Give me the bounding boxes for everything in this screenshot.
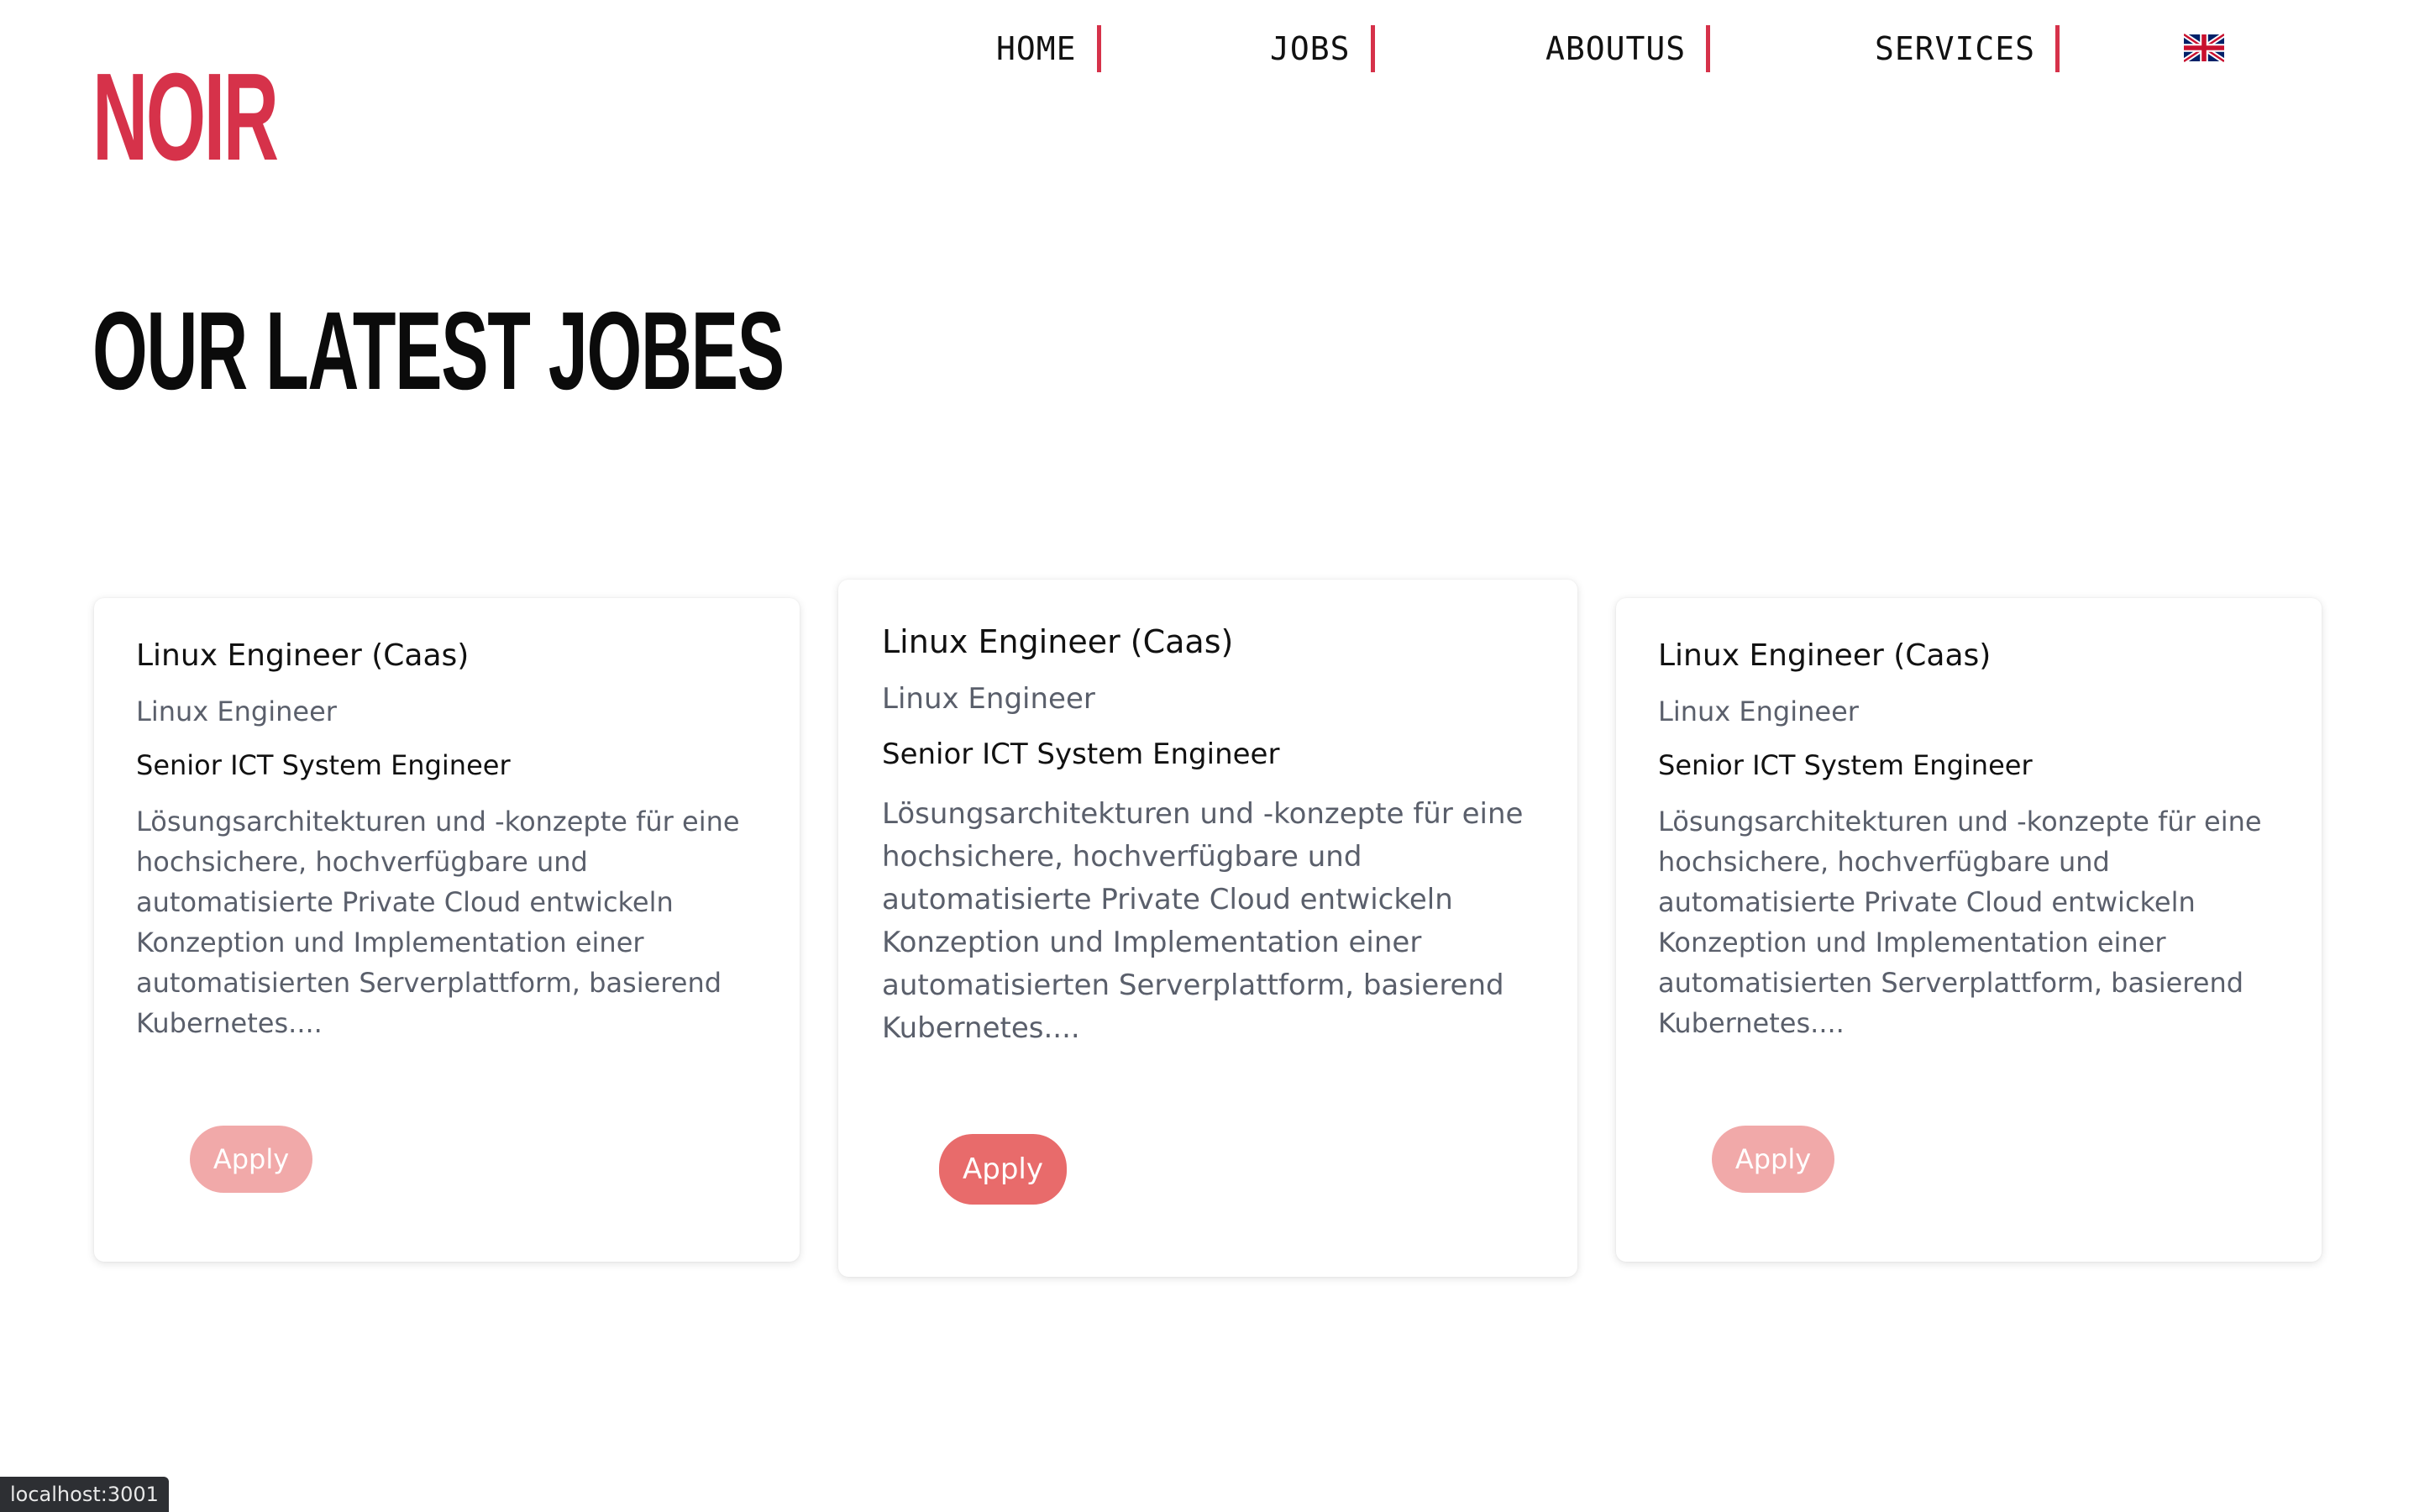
uk-flag-icon[interactable] xyxy=(2182,32,2226,64)
apply-button[interactable]: Apply xyxy=(190,1126,312,1193)
job-card: Linux Engineer (Caas) Linux Engineer Sen… xyxy=(1616,598,2322,1262)
nav-item-home[interactable]: HOME xyxy=(996,25,1101,72)
nav-item-label: HOME xyxy=(996,30,1077,67)
apply-button[interactable]: Apply xyxy=(939,1134,1067,1205)
top-nav: HOME JOBS ABOUTUS SERVICES xyxy=(0,0,2414,101)
job-description: Lösungsarchitekturen und -konzepte für e… xyxy=(136,806,740,1039)
nav-divider xyxy=(1370,25,1375,72)
job-card: Linux Engineer (Caas) Linux Engineer Sen… xyxy=(838,580,1577,1277)
nav-item-label: JOBS xyxy=(1270,30,1351,67)
job-description: Lösungsarchitekturen und -konzepte für e… xyxy=(1658,806,2262,1039)
apply-button[interactable]: Apply xyxy=(1712,1126,1834,1193)
nav-item-label: ABOUTUS xyxy=(1545,30,1687,67)
job-subtitle: Linux Engineer xyxy=(136,696,337,727)
nav-divider xyxy=(1706,25,1711,72)
job-subtitle: Linux Engineer xyxy=(882,682,1095,716)
job-subtitle: Linux Engineer xyxy=(1658,696,1859,727)
job-role: Senior ICT System Engineer xyxy=(136,749,511,781)
job-role: Senior ICT System Engineer xyxy=(1658,749,2033,781)
nav-item-services[interactable]: SERVICES xyxy=(1875,25,2060,72)
status-url: localhost:3001 xyxy=(0,1477,169,1512)
nav-item-aboutus[interactable]: ABOUTUS xyxy=(1545,25,1711,72)
job-card: Linux Engineer (Caas) Linux Engineer Sen… xyxy=(94,598,800,1262)
nav-divider xyxy=(1096,25,1101,72)
job-description: Lösungsarchitekturen und -konzepte für e… xyxy=(882,797,1524,1045)
job-title: Linux Engineer (Caas) xyxy=(1658,638,1992,673)
page: NOIR HOME JOBS ABOUTUS SERVICES OUR LATE… xyxy=(0,0,2414,1512)
job-role: Senior ICT System Engineer xyxy=(882,738,1280,771)
nav-item-jobs[interactable]: JOBS xyxy=(1270,25,1375,72)
nav-divider xyxy=(2055,25,2060,72)
job-title: Linux Engineer (Caas) xyxy=(136,638,470,673)
section-title: OUR LATEST JOBES xyxy=(92,289,785,412)
job-title: Linux Engineer (Caas) xyxy=(882,623,1234,660)
nav-item-label: SERVICES xyxy=(1875,30,2036,67)
